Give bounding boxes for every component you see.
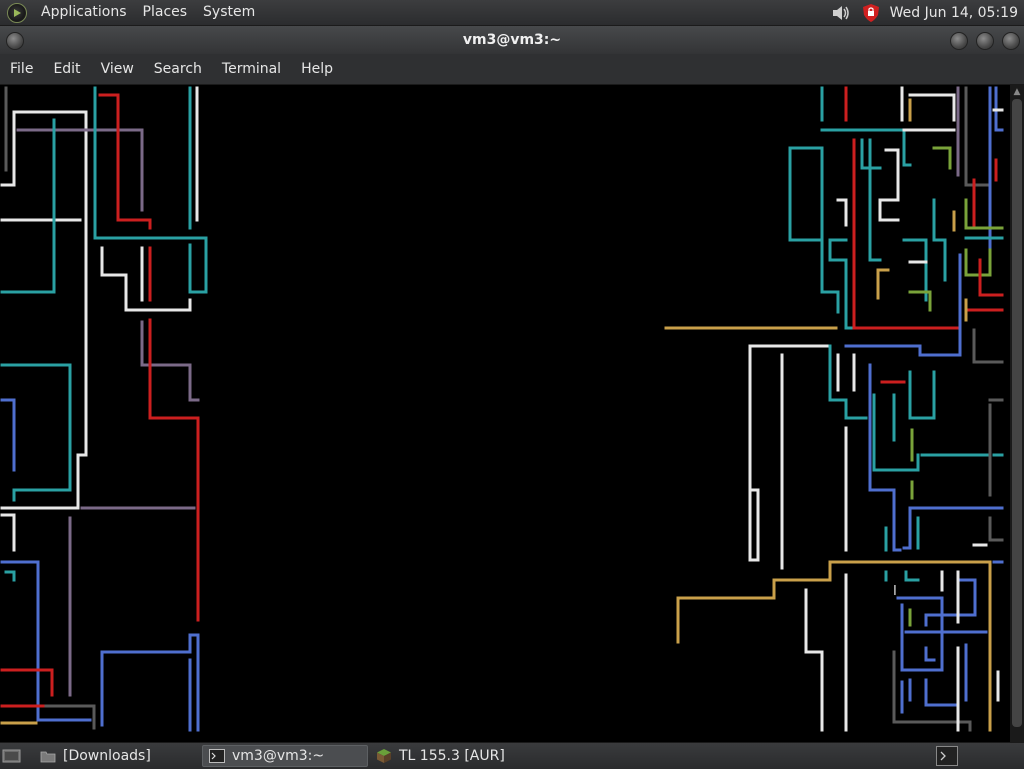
pipe [924,646,936,662]
pipe [100,633,200,732]
pipe [0,363,72,502]
close-icon[interactable] [1002,32,1020,50]
pipe [964,86,992,187]
window-titlebar[interactable]: vm3@vm3:~ [0,26,1024,54]
pipe [44,704,96,730]
menu-view[interactable]: View [91,54,144,84]
task-label: TL 155.3 [AUR] [399,748,505,764]
menu-search[interactable]: Search [144,54,212,84]
task-label: vm3@vm3:~ [232,748,325,764]
pipe [0,560,92,722]
pipe [0,513,16,552]
pipe [828,238,902,330]
menu-places[interactable]: Places [135,0,196,25]
pipe [964,248,992,277]
scroll-up-icon[interactable]: ▲ [1012,87,1022,97]
shield-icon[interactable] [860,3,882,23]
maximize-icon[interactable] [976,32,994,50]
pipe [924,578,977,627]
pipes-canvas [0,86,1004,732]
pipe [908,370,936,420]
pipe [16,128,144,212]
minecraft-icon [377,749,391,763]
pipe [0,398,16,472]
folder-icon [40,751,56,763]
terminal-area[interactable]: I [0,85,1010,742]
text-cursor: I [893,584,897,599]
pipe [932,146,952,170]
volume-icon[interactable] [830,3,852,23]
clock[interactable]: Wed Jun 14, 05:19 [890,5,1024,21]
task-downloads[interactable]: [Downloads] [34,745,200,767]
task-terminal[interactable]: vm3@vm3:~ [202,745,368,767]
top-panel: Applications Places System Wed Jun 14, 0… [0,0,1024,26]
menu-edit[interactable]: Edit [43,54,90,84]
task-label: [Downloads] [63,748,151,764]
pipe [988,516,1004,542]
pipe [924,678,960,707]
show-desktop-icon[interactable] [2,747,22,765]
workspace-terminal-icon[interactable] [936,746,958,766]
pipe [788,146,824,242]
pipe [852,310,962,330]
minimize-icon[interactable] [950,32,968,50]
menu-terminal[interactable]: Terminal [212,54,291,84]
pipe [828,344,868,420]
terminal-scrollbar[interactable]: ▲ [1010,85,1024,742]
pipe [964,198,1004,230]
task-minecraft[interactable]: TL 155.3 [AUR] [370,745,540,767]
pipe [100,246,192,312]
pipe [0,668,54,697]
menu-help[interactable]: Help [291,54,343,84]
pipe [0,118,56,294]
pipe [4,570,16,582]
applications-icon[interactable] [7,2,27,23]
terminal-icon [209,749,225,763]
pipe [932,198,947,282]
menu-applications[interactable]: Applications [33,0,135,25]
scroll-thumb[interactable] [1012,99,1022,727]
window-title: vm3@vm3:~ [462,32,562,48]
menu-system[interactable]: System [195,0,263,25]
pipe [844,253,962,357]
pipe [836,198,848,227]
pipe [908,93,956,122]
pipe [876,268,890,300]
pipe [804,588,824,732]
pipe [748,344,832,562]
window-menubar: File Edit View Search Terminal Help [0,54,1024,85]
pipe [972,328,1004,364]
pipe [878,148,900,222]
bottom-panel: [Downloads] vm3@vm3:~ TL 155.3 [AUR] [0,742,1024,769]
menu-file[interactable]: File [0,54,43,84]
pipe [904,570,920,582]
